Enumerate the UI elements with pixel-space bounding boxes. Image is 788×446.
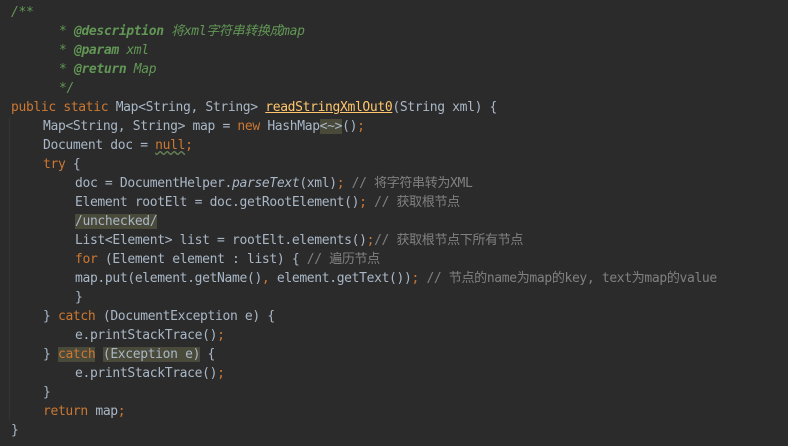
code-token: ; — [359, 195, 375, 210]
code-token: */ — [59, 81, 74, 96]
code-token: ; — [185, 138, 193, 153]
code-token: // 将字符串转为XML — [351, 176, 473, 191]
code-line[interactable]: List<Element> list = rootElt.elements();… — [75, 231, 523, 250]
code-token: ; — [366, 233, 375, 248]
code-token: * — [59, 62, 74, 77]
code-token: Document doc = — [43, 138, 156, 153]
code-token: // 获取根节点下所有节点 — [374, 233, 524, 248]
code-token: xml — [118, 43, 149, 58]
code-token: 将xml字符串转换成map — [163, 24, 305, 39]
code-line[interactable]: /unchecked/ — [75, 212, 158, 231]
code-token: } — [43, 309, 58, 324]
code-line[interactable]: } — [43, 383, 51, 402]
code-token: try — [43, 157, 73, 172]
code-token: @description — [73, 24, 164, 39]
code-token: Map<String, String> — [115, 100, 266, 115]
code-line[interactable]: public static Map<String, String> readSt… — [11, 98, 497, 117]
code-token: new — [237, 119, 268, 134]
code-token: return — [43, 404, 96, 419]
code-token: Map — [126, 62, 157, 77]
code-token: * — [59, 24, 74, 39]
code-token: * — [59, 43, 74, 58]
code-token: HashMap — [267, 119, 320, 134]
code-token: (String xml) { — [392, 100, 498, 115]
code-token: public static — [11, 100, 116, 115]
code-line[interactable]: */ — [59, 79, 74, 98]
code-token: () — [342, 119, 358, 134]
code-token: @param — [73, 43, 119, 58]
code-line[interactable]: } — [75, 288, 83, 307]
code-token: , — [261, 271, 277, 286]
code-line[interactable]: } catch (Exception e) { — [43, 345, 215, 364]
code-line[interactable]: map.put(element.getName(), element.getTe… — [75, 269, 717, 288]
code-line[interactable]: * @description 将xml字符串转换成map — [59, 22, 305, 41]
code-token: for — [75, 252, 105, 267]
code-token: } — [75, 290, 83, 305]
code-line[interactable]: for (Element element : list) { // 遍历节点 — [75, 250, 380, 269]
code-token: // 节点的name为map的key, text为map的value — [426, 271, 717, 286]
code-token: ; — [217, 328, 225, 343]
code-token: ; — [117, 404, 126, 419]
code-token: Element rootElt = doc.getRootElement() — [75, 195, 360, 210]
code-token: null — [155, 138, 186, 153]
code-token: ; — [357, 119, 365, 134]
code-token: // 遍历节点 — [306, 252, 380, 267]
code-line[interactable]: try { — [43, 155, 81, 174]
code-token: catch — [57, 309, 103, 324]
code-token: e.printStackTrace() — [75, 366, 218, 381]
code-token: readStringXmlOut0 — [265, 100, 393, 115]
code-token: map.put(element.getName() — [75, 271, 262, 286]
code-editor[interactable]: /** * @description 将xml字符串转换成map * @param … — [0, 0, 788, 446]
code-token: // 获取根节点 — [374, 195, 460, 210]
code-token: { — [72, 157, 81, 172]
code-line[interactable]: return map; — [43, 402, 126, 421]
code-token: } — [43, 347, 58, 362]
code-token: (Element element : list) { — [104, 252, 307, 267]
code-line[interactable]: /** — [11, 3, 34, 22]
code-token: List<Element> list = rootElt.elements() — [75, 233, 367, 248]
code-line[interactable]: Map<String, String> map = new HashMap<~>… — [43, 117, 365, 136]
code-token: } — [43, 385, 51, 400]
code-token: Map<String, String> map = — [43, 119, 238, 134]
code-token: } — [11, 423, 19, 438]
code-token: @return — [73, 62, 127, 77]
code-token: ; — [217, 366, 225, 381]
code-token: map — [95, 404, 118, 419]
code-line[interactable]: * @return Map — [59, 60, 157, 79]
code-token: doc = DocumentHelper. — [75, 176, 233, 191]
code-token: { — [200, 347, 216, 362]
code-token: e.printStackTrace() — [75, 328, 218, 343]
code-token: catch — [57, 347, 96, 362]
indent-guide — [9, 117, 10, 421]
code-token: (DocumentException e) { — [102, 309, 275, 324]
code-line[interactable]: } — [11, 421, 19, 440]
code-line[interactable]: Document doc = null; — [43, 136, 193, 155]
code-line[interactable]: e.printStackTrace(); — [75, 326, 225, 345]
code-token: (Exception e) — [102, 347, 201, 362]
code-token: parseText — [232, 176, 300, 191]
code-line[interactable]: * @param xml — [59, 41, 149, 60]
code-token: (xml) — [299, 176, 337, 191]
code-line[interactable]: } catch (DocumentException e) { — [43, 307, 275, 326]
code-token: element.getText()) — [276, 271, 412, 286]
code-line[interactable]: doc = DocumentHelper.parseText(xml); // … — [75, 174, 473, 193]
code-line[interactable]: e.printStackTrace(); — [75, 364, 225, 383]
code-token: <~> — [319, 119, 343, 134]
code-token: /unchecked/ — [75, 214, 158, 229]
code-token: /** — [11, 5, 34, 20]
code-line[interactable]: Element rootElt = doc.getRootElement(); … — [75, 193, 460, 212]
code-token: ; — [411, 271, 427, 286]
code-token: ; — [336, 176, 352, 191]
